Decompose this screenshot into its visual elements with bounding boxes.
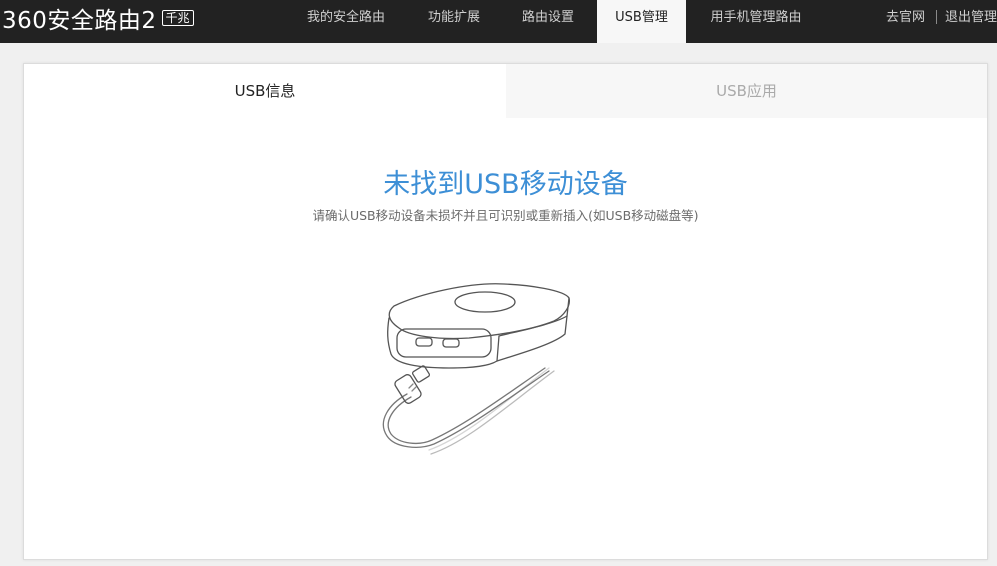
tab-usb-info[interactable]: USB信息	[24, 64, 506, 118]
nav-divider	[936, 10, 937, 24]
usb-drive-illustration	[382, 283, 570, 455]
official-site-link[interactable]: 去官网	[886, 0, 925, 43]
logo-text: 360安全路由2	[2, 8, 157, 34]
top-navigation-bar: 360安全路由2 千兆 我的安全路由 功能扩展 路由设置 USB管理 用手机管理…	[0, 0, 997, 43]
empty-state-description: 请确认USB移动设备未损坏并且可识别或重新插入(如USB移动磁盘等)	[312, 208, 699, 223]
tab-usb-apps[interactable]: USB应用	[506, 64, 987, 118]
nav-item-my-router[interactable]: 我的安全路由	[288, 0, 404, 43]
usb-panel: USB信息 USB应用 未找到USB移动设备 请确认USB移动设备未损坏并且可识…	[23, 63, 988, 560]
nav-item-usb-management[interactable]: USB管理	[597, 0, 686, 43]
logout-link[interactable]: 退出管理	[945, 0, 997, 43]
logo-badge: 千兆	[161, 10, 194, 26]
brand-logo[interactable]: 360安全路由2 千兆	[2, 3, 194, 34]
nav-item-mobile-management[interactable]: 用手机管理路由	[698, 0, 814, 43]
nav-item-router-settings[interactable]: 路由设置	[507, 0, 589, 43]
nav-item-extensions[interactable]: 功能扩展	[413, 0, 495, 43]
empty-state-title: 未找到USB移动设备	[383, 169, 628, 200]
